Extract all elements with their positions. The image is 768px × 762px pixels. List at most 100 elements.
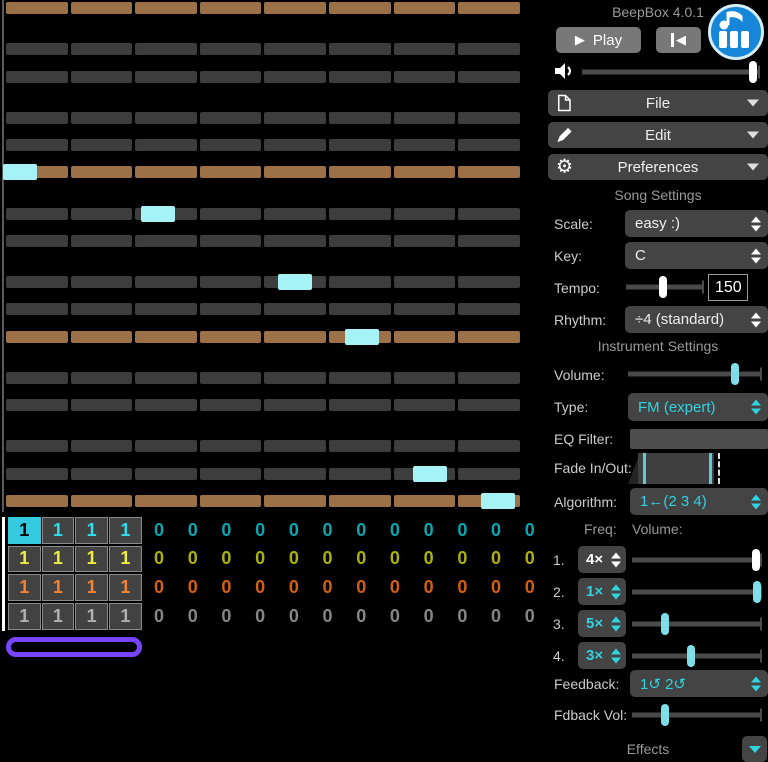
beat-segment[interactable]	[70, 440, 133, 453]
preferences-menu-button[interactable]: ⚙ Preferences	[548, 154, 768, 180]
beat-segment[interactable]	[70, 371, 133, 384]
beat-segment[interactable]	[393, 234, 456, 247]
beat-segment[interactable]	[135, 276, 197, 288]
track-cell[interactable]: 0	[345, 517, 378, 544]
beat-segment[interactable]	[6, 440, 68, 453]
track-cell[interactable]: 0	[143, 603, 176, 630]
track-cell[interactable]: 0	[379, 546, 412, 573]
effects-dropdown-button[interactable]	[742, 736, 767, 762]
beat-segment[interactable]	[199, 166, 262, 179]
beat-segment[interactable]	[264, 166, 326, 179]
operator-frequency-select[interactable]: 5×	[578, 610, 626, 637]
track-cell[interactable]: 0	[210, 603, 243, 630]
track-cell[interactable]: 0	[177, 517, 210, 544]
beat-segment[interactable]	[264, 234, 326, 247]
track-cell[interactable]: 1	[41, 545, 75, 573]
track-cell[interactable]: 1	[109, 517, 142, 544]
track-cell[interactable]: 0	[143, 546, 176, 573]
prev-bar-button[interactable]: ◀	[656, 27, 701, 53]
beat-segment[interactable]	[264, 399, 326, 412]
operator-frequency-select[interactable]: 1×	[578, 578, 626, 605]
beat-segment[interactable]	[458, 166, 520, 179]
track-cell[interactable]: 0	[412, 603, 445, 630]
beat-segment[interactable]	[199, 440, 262, 453]
track-cell[interactable]: 0	[210, 574, 243, 601]
beat-segment[interactable]	[70, 166, 133, 179]
track-cell[interactable]: 0	[210, 517, 243, 544]
track-editor[interactable]: 1111000000000000111100000000000011110000…	[0, 515, 548, 660]
operator-frequency-select[interactable]: 3×	[578, 642, 626, 669]
beat-segment[interactable]	[264, 70, 326, 83]
beat-segment[interactable]	[6, 234, 68, 247]
beat-segment[interactable]	[135, 399, 197, 412]
file-menu-button[interactable]: File	[548, 90, 768, 116]
track-cell[interactable]: 1	[41, 574, 75, 601]
beat-segment[interactable]	[135, 43, 197, 56]
beat-segment[interactable]	[135, 166, 197, 179]
beat-segment[interactable]	[458, 70, 520, 83]
beat-segment[interactable]	[458, 111, 520, 124]
track-cell[interactable]: 1	[109, 603, 142, 630]
beat-segment[interactable]	[329, 440, 391, 453]
track-cell[interactable]: 1	[109, 545, 142, 573]
track-cell[interactable]: 0	[210, 546, 243, 573]
beat-segment[interactable]	[199, 2, 262, 14]
beat-segment[interactable]	[70, 330, 133, 343]
track-cell[interactable]: 0	[514, 574, 547, 601]
beat-segment[interactable]	[199, 70, 262, 83]
track-cell[interactable]: 0	[244, 517, 277, 544]
beat-segment[interactable]	[199, 371, 262, 384]
feedback-select[interactable]: 1↺ 2↺	[630, 670, 768, 697]
beat-segment[interactable]	[135, 467, 197, 480]
beat-segment[interactable]	[199, 276, 262, 288]
beat-segment[interactable]	[135, 440, 197, 453]
beat-segment[interactable]	[393, 43, 456, 56]
beat-segment[interactable]	[458, 330, 520, 343]
beat-segment[interactable]	[135, 139, 197, 151]
beat-segment[interactable]	[458, 371, 520, 384]
scale-select[interactable]: easy :)	[625, 210, 768, 237]
track-cell[interactable]: 1	[75, 545, 108, 573]
beat-segment[interactable]	[393, 2, 456, 14]
rhythm-select[interactable]: ÷4 (standard)	[625, 306, 768, 333]
track-cell[interactable]: 0	[244, 574, 277, 601]
beat-segment[interactable]	[135, 70, 197, 83]
beat-segment[interactable]	[264, 207, 326, 220]
beat-segment[interactable]	[458, 43, 520, 56]
beat-segment[interactable]	[6, 111, 68, 124]
beat-segment[interactable]	[264, 43, 326, 56]
track-cell[interactable]: 0	[412, 574, 445, 601]
beat-segment[interactable]	[264, 495, 326, 508]
beat-segment[interactable]	[264, 330, 326, 343]
tempo-slider[interactable]	[626, 274, 704, 300]
beat-segment[interactable]	[70, 234, 133, 247]
beat-segment[interactable]	[70, 207, 133, 220]
note[interactable]	[141, 205, 175, 222]
pattern-editor[interactable]	[0, 0, 548, 512]
beat-segment[interactable]	[135, 111, 197, 124]
track-cell[interactable]: 0	[278, 546, 311, 573]
beepbox-logo[interactable]	[706, 2, 766, 62]
beat-segment[interactable]	[458, 276, 520, 288]
note[interactable]	[481, 493, 515, 510]
beat-segment[interactable]	[199, 207, 262, 220]
beat-segment[interactable]	[135, 2, 197, 14]
beat-segment[interactable]	[199, 111, 262, 124]
track-cell[interactable]: 0	[311, 546, 344, 573]
beat-segment[interactable]	[393, 276, 456, 288]
note[interactable]	[3, 164, 37, 181]
track-cell[interactable]: 0	[480, 546, 513, 573]
beat-segment[interactable]	[70, 43, 133, 56]
beat-segment[interactable]	[6, 467, 68, 480]
beat-segment[interactable]	[393, 70, 456, 83]
track-cell[interactable]: 0	[446, 603, 479, 630]
track-cell[interactable]: 0	[345, 603, 378, 630]
beat-segment[interactable]	[458, 399, 520, 412]
beat-segment[interactable]	[70, 399, 133, 412]
beat-segment[interactable]	[199, 139, 262, 151]
beat-segment[interactable]	[264, 139, 326, 151]
track-cell[interactable]: 1	[8, 603, 41, 630]
beat-segment[interactable]	[6, 276, 68, 288]
beat-segment[interactable]	[199, 43, 262, 56]
track-cell[interactable]: 0	[311, 517, 344, 544]
